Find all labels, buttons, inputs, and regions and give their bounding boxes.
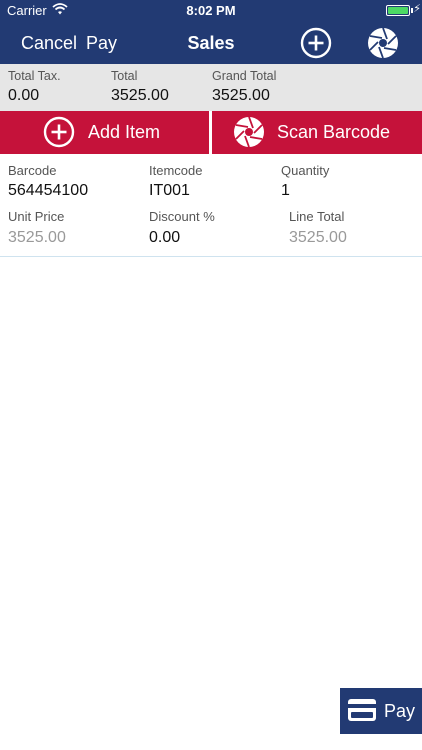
add-icon[interactable] (300, 27, 332, 59)
grand-total-value: 3525.00 (212, 87, 270, 104)
scan-barcode-label: Scan Barcode (277, 122, 391, 142)
status-bar: Carrier 8:02 PM ⚡ (0, 0, 422, 22)
pay-button-label: Pay (384, 701, 416, 721)
pay-button[interactable]: Pay (340, 688, 422, 734)
quantity-label: Quantity (281, 163, 330, 178)
total-tax-value: 0.00 (8, 87, 40, 104)
line-total-label: Line Total (289, 209, 345, 224)
unit-price-value: 3525.00 (8, 229, 66, 246)
status-time: 8:02 PM (186, 3, 236, 18)
add-item-button[interactable]: Add Item (0, 111, 209, 154)
header: Carrier 8:02 PM ⚡ Cancel Pay Sales (0, 0, 422, 64)
barcode-label: Barcode (8, 163, 57, 178)
total-value: 3525.00 (111, 87, 169, 104)
quantity-value: 1 (281, 182, 290, 199)
barcode-value: 564454100 (8, 182, 89, 199)
nav-bar: Cancel Pay Sales (0, 22, 422, 64)
itemcode-label: Itemcode (149, 163, 203, 178)
line-item-row[interactable]: Barcode 564454100 Itemcode IT001 Quantit… (0, 154, 422, 257)
unit-price-label: Unit Price (8, 209, 65, 224)
charging-icon: ⚡ (413, 3, 421, 15)
total-label: Total (111, 69, 138, 83)
plus-circle-icon (43, 116, 75, 148)
grand-total-label: Grand Total (212, 69, 277, 83)
discount-value: 0.00 (149, 229, 181, 246)
camera-icon[interactable] (367, 27, 399, 59)
discount-label: Discount % (149, 209, 215, 224)
line-total-value: 3525.00 (289, 229, 347, 246)
credit-card-icon (348, 699, 376, 721)
page-title: Sales (187, 33, 235, 53)
itemcode-value: IT001 (149, 182, 190, 199)
add-item-label: Add Item (88, 122, 161, 142)
battery-icon (386, 5, 410, 16)
total-tax-label: Total Tax. (8, 69, 61, 83)
camera-shutter-icon (234, 116, 264, 148)
scan-barcode-button[interactable]: Scan Barcode (212, 111, 422, 154)
totals-panel: Total Tax. 0.00 Total 3525.00 Grand Tota… (0, 64, 422, 111)
